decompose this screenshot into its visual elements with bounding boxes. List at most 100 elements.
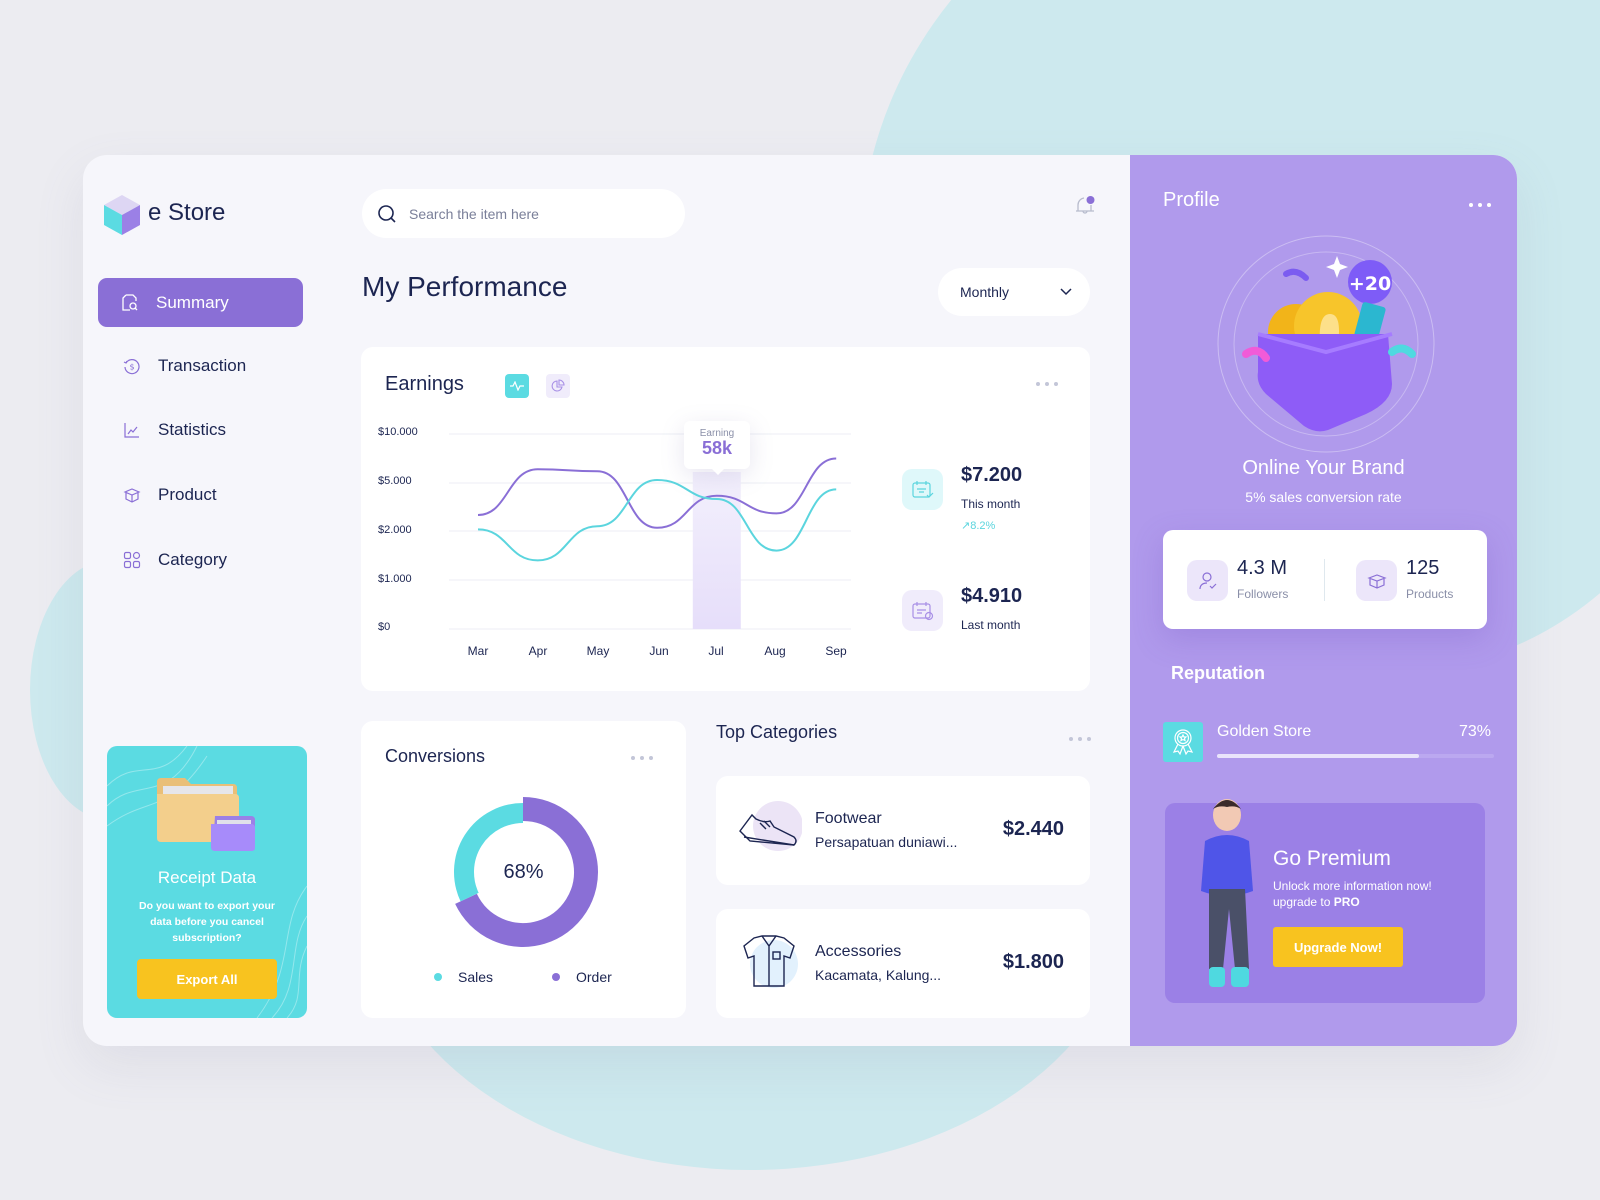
this-month-icon-box: [902, 469, 943, 510]
category-name: Footwear: [815, 810, 882, 827]
category-name: Accessories: [815, 943, 902, 960]
premium-description: Unlock more information now! upgrade to …: [1273, 879, 1432, 909]
x-tick-label: Apr: [528, 644, 548, 658]
go-premium-card: Go Premium Unlock more information now! …: [1165, 799, 1485, 1003]
sidebar-item-label: Summary: [156, 292, 229, 312]
reputation-progress-fill: [1217, 754, 1420, 758]
logo-cube-icon: [104, 195, 140, 235]
category-description: Persapatuan duniawi...: [815, 834, 958, 850]
x-tick-label: Sep: [825, 644, 847, 658]
document-search-icon: [120, 293, 140, 313]
chart-line-icon: [122, 420, 142, 440]
conversions-card: Conversions 68% Sales Order: [361, 721, 686, 1018]
user-check-icon: [1198, 571, 1216, 589]
svg-text:$: $: [130, 362, 135, 371]
folder-illustration-icon: [157, 778, 255, 851]
chart-tooltip: Earning 58k: [684, 421, 750, 475]
receipt-data-card: Receipt Data Do you want to export your …: [107, 746, 307, 1018]
legend-dot-icon: [552, 973, 560, 981]
notification-bell-icon[interactable]: [1072, 193, 1098, 219]
sidebar-item-transaction[interactable]: $ Transaction: [98, 341, 303, 390]
legend-sales: Sales: [434, 969, 493, 985]
calendar-clock-icon: [911, 601, 933, 620]
legend-dot-icon: [434, 973, 442, 981]
award-medal-icon: [1172, 729, 1194, 756]
category-price: $1.800: [1002, 951, 1064, 973]
category-item-accessories[interactable]: Accessories Kacamata, Kalung... $1.800: [716, 909, 1090, 1018]
reputation-title: Reputation: [1171, 663, 1265, 683]
earnings-more-button[interactable]: [1036, 382, 1058, 386]
brand-subline: 5% sales conversion rate: [1245, 489, 1402, 505]
brand-headline: Online Your Brand: [1242, 457, 1405, 479]
period-value: Monthly: [960, 284, 1010, 300]
search-bar[interactable]: [362, 189, 685, 238]
x-tick-label: Mar: [467, 644, 489, 658]
trend-up-icon: ↗: [961, 520, 971, 532]
reputation-badge-box: [1163, 722, 1203, 762]
export-all-button[interactable]: Export All: [137, 959, 277, 999]
calendar-check-icon: [911, 480, 933, 498]
category-item-footwear[interactable]: Footwear Persapatuan duniawi... $2.440: [716, 776, 1090, 885]
top-categories-more-button[interactable]: [1069, 737, 1091, 741]
category-description: Kacamata, Kalung...: [815, 967, 942, 983]
sidebar-item-statistics[interactable]: Statistics: [98, 405, 303, 454]
chevron-down-icon: [1060, 288, 1072, 296]
sidebar-item-summary[interactable]: Summary: [98, 278, 303, 327]
this-month-label: This month: [961, 497, 1021, 511]
premium-title: Go Premium: [1273, 847, 1391, 870]
search-input[interactable]: [409, 205, 659, 222]
category-price: $2.440: [1002, 818, 1064, 840]
dashboard-window: e Store Summary $ Transaction Statistics…: [83, 155, 1517, 1046]
this-month-change: ↗8.2%: [961, 520, 996, 532]
upgrade-now-button[interactable]: Upgrade Now!: [1273, 927, 1403, 967]
sidebar-item-label: Product: [158, 484, 217, 504]
donut-center-label: 68%: [503, 861, 544, 883]
sidebar-item-label: Category: [158, 549, 227, 569]
last-month-value: $4.910: [961, 585, 1023, 607]
reputation-progress-bar: [1217, 754, 1494, 758]
shirt-icon: [743, 935, 798, 988]
box-icon: [1366, 573, 1387, 589]
character-illustration-icon: [1201, 799, 1253, 987]
legend-order: Order: [552, 969, 612, 985]
earnings-line-chart: [449, 433, 851, 630]
grid-icon: [122, 550, 142, 570]
earnings-card: Earnings $10.000 $5.000 $2.000 $1.000 $0…: [361, 347, 1090, 691]
sidebar-item-label: Statistics: [158, 419, 227, 439]
tooltip-value: 58k: [701, 438, 733, 458]
reputation-name: Golden Store: [1217, 723, 1312, 740]
this-month-value: $7.200: [961, 464, 1023, 486]
conversions-donut-chart: [454, 797, 598, 947]
followers-value: 4.3 M: [1237, 557, 1288, 579]
products-value: 125: [1406, 557, 1440, 579]
line-series-teal: [477, 479, 837, 562]
profile-title: Profile: [1163, 189, 1220, 211]
last-month-icon-box: [902, 590, 943, 631]
profile-stats-card: 4.3 M Followers 125 Products: [1163, 530, 1487, 629]
donut-slice-sales: [454, 803, 524, 902]
receipt-description: Do you want to export your data before y…: [139, 900, 275, 944]
profile-more-button[interactable]: [1469, 203, 1491, 207]
products-label: Products: [1406, 587, 1454, 601]
x-tick-label: May: [586, 644, 610, 658]
stats-divider: [1324, 559, 1325, 601]
sidebar-item-label: Transaction: [158, 355, 247, 375]
notification-dot: [1086, 196, 1095, 204]
followers-icon-box: [1187, 560, 1228, 601]
x-tick-label: Jul: [708, 644, 724, 658]
box-icon: [122, 485, 142, 505]
profile-panel: Profile +20 Online Your Brand 5% sales c…: [1130, 155, 1517, 1046]
products-icon-box: [1356, 560, 1397, 601]
top-categories-title: Top Categories: [716, 722, 838, 742]
receipt-title: Receipt Data: [157, 868, 257, 887]
line-series-purple: [477, 457, 837, 529]
period-dropdown[interactable]: Monthly: [938, 268, 1090, 316]
sneaker-icon: [739, 801, 802, 851]
gift-box-illustration-icon: +20: [1217, 235, 1435, 453]
money-refresh-icon: $: [122, 356, 142, 376]
sidebar-item-category[interactable]: Category: [98, 535, 303, 584]
plus-twenty-badge: +20: [1349, 273, 1391, 295]
x-tick-label: Jun: [649, 644, 669, 658]
followers-label: Followers: [1237, 587, 1289, 601]
sidebar-item-product[interactable]: Product: [98, 470, 303, 519]
